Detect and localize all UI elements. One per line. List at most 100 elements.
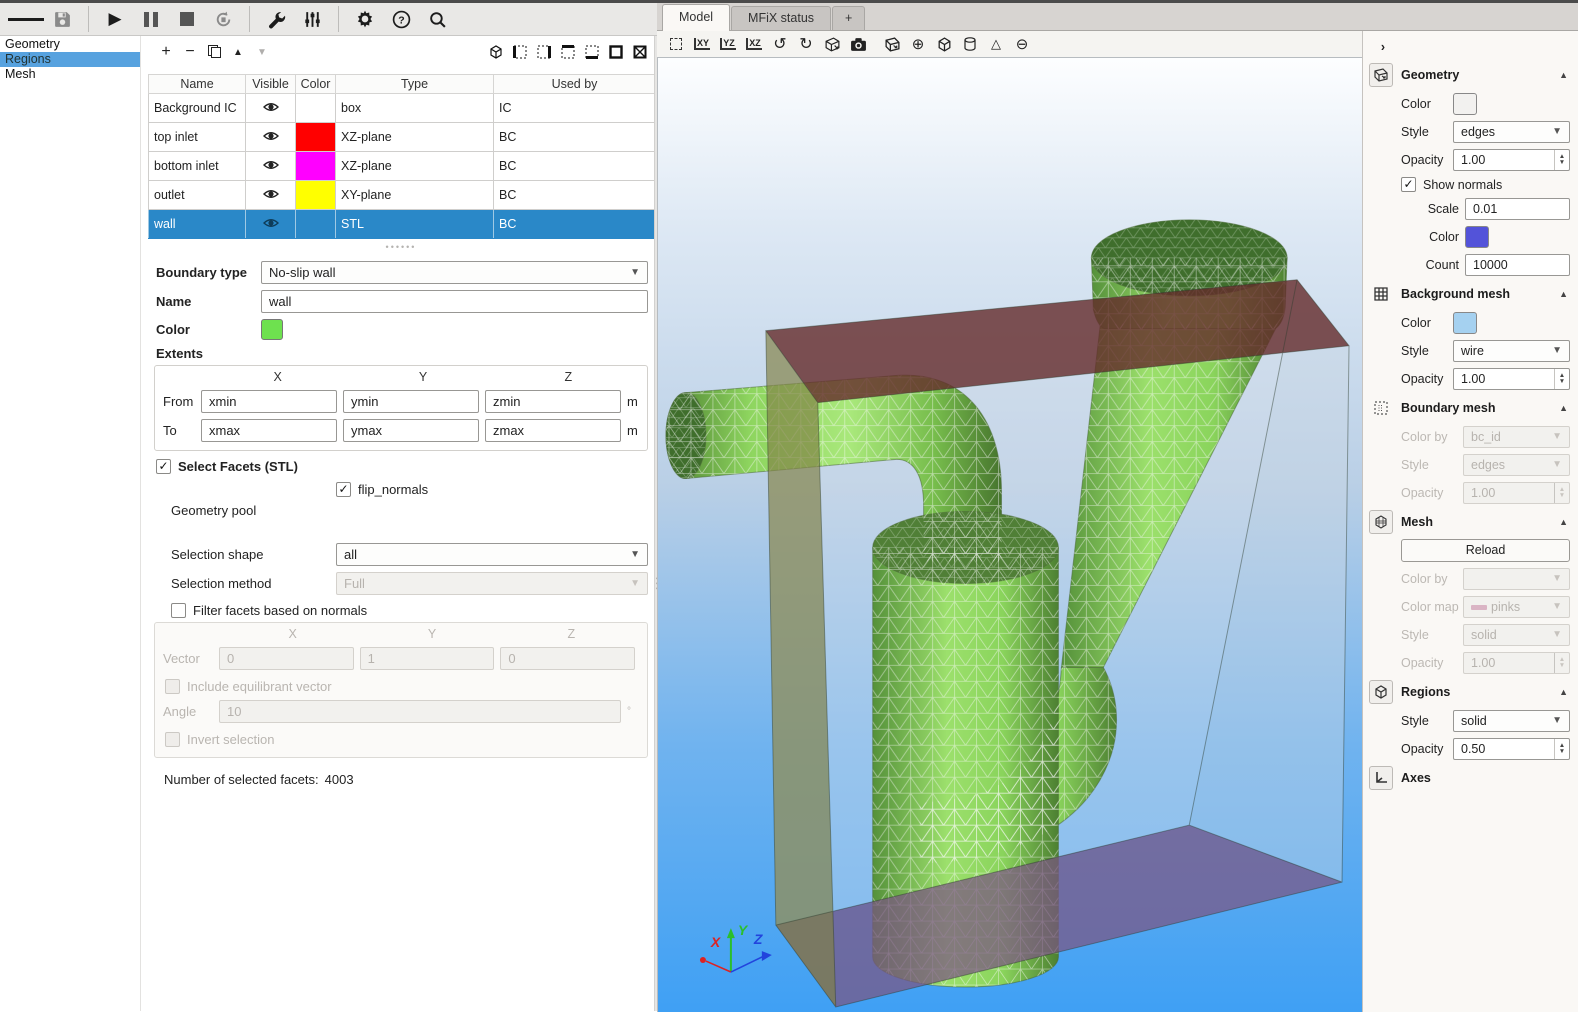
region-name-cell[interactable]: outlet [149, 181, 246, 210]
reset-view-icon[interactable] [665, 34, 687, 54]
collapse-arrow-icon[interactable]: ▲ [1559, 403, 1572, 413]
run-icon[interactable]: ▶ [97, 5, 133, 33]
build-wrench-icon[interactable] [258, 5, 294, 33]
geometry-visibility-toggle-icon[interactable] [1369, 63, 1393, 87]
visibility-eye-icon[interactable] [246, 94, 296, 123]
table-row[interactable]: outlet XY-plane BC [149, 181, 656, 210]
show-normals-checkbox[interactable]: ✓ [1401, 177, 1416, 192]
regions-section-header[interactable]: Regions ▲ [1369, 680, 1572, 704]
filter-box-icon[interactable] [487, 44, 504, 60]
region-color-cell[interactable] [296, 152, 336, 181]
perspective-icon[interactable] [821, 34, 843, 54]
box-icon[interactable] [933, 34, 955, 54]
boundary-mesh-icon[interactable] [1369, 396, 1393, 420]
filter-plane-top-icon[interactable] [559, 44, 576, 60]
collapse-arrow-icon[interactable]: ▲ [1559, 687, 1572, 697]
mesh-visibility-toggle-icon[interactable] [1369, 510, 1393, 534]
mesh-section-header[interactable]: Mesh ▲ [1369, 510, 1572, 534]
settings-gear-icon[interactable] [347, 5, 383, 33]
table-row[interactable]: Background IC box IC [149, 94, 656, 123]
visibility-eye-icon[interactable] [246, 152, 296, 181]
rotate-left-icon[interactable]: ↺ [769, 34, 791, 54]
torus-icon[interactable]: ⊖ [1011, 34, 1033, 54]
visibility-eye-icon[interactable] [246, 210, 296, 239]
zmin-input[interactable]: zmin [485, 390, 621, 413]
background-mesh-section-header[interactable]: Background mesh ▲ [1369, 282, 1572, 306]
filter-plane-left-icon[interactable] [511, 44, 528, 60]
col-color[interactable]: Color [296, 75, 336, 94]
filter-facets-checkbox[interactable] [171, 603, 186, 618]
selection-shape-select[interactable]: all▼ [336, 543, 648, 566]
splitter-handle[interactable]: •••••• [146, 243, 656, 255]
background-mesh-opacity-spinner[interactable]: 1.00▲▼ [1453, 368, 1570, 390]
nav-item-mesh[interactable]: Mesh [0, 67, 140, 82]
table-row-selected[interactable]: wall STL BC [149, 210, 656, 239]
geometry-section-header[interactable]: Geometry ▲ [1369, 63, 1572, 87]
duplicate-region-button[interactable] [202, 41, 226, 63]
filter-plane-bottom-icon[interactable] [583, 44, 600, 60]
nav-item-geometry[interactable]: Geometry [0, 37, 140, 52]
add-region-button[interactable]: + [154, 41, 178, 63]
vtk-3d-viewport[interactable]: Y X Z [657, 57, 1362, 1012]
filter-stl-icon[interactable] [631, 44, 648, 60]
nav-item-regions[interactable]: Regions [0, 52, 140, 67]
background-mesh-icon[interactable] [1369, 282, 1393, 306]
boundary-mesh-section-header[interactable]: Boundary mesh ▲ [1369, 396, 1572, 420]
col-type[interactable]: Type [336, 75, 494, 94]
background-mesh-style-select[interactable]: wire▼ [1453, 340, 1570, 362]
view-xz-icon[interactable]: XZ [743, 34, 765, 54]
save-icon[interactable] [44, 5, 80, 33]
regions-visibility-toggle-icon[interactable] [1369, 680, 1393, 704]
region-color-cell[interactable] [296, 94, 336, 123]
region-name-cell[interactable]: wall [149, 210, 246, 239]
reset-icon[interactable] [205, 5, 241, 33]
table-row[interactable]: bottom inlet XZ-plane BC [149, 152, 656, 181]
boundary-type-select[interactable]: No-slip wall▼ [261, 261, 648, 284]
sphere-icon[interactable]: ⊕ [907, 34, 929, 54]
normals-color-swatch[interactable] [1465, 226, 1489, 248]
tab-mfix-status[interactable]: MFiX status [731, 6, 831, 30]
region-name-input[interactable]: wall [261, 290, 648, 313]
tab-model[interactable]: Model [662, 4, 730, 31]
stop-icon[interactable] [169, 5, 205, 33]
region-color-cell[interactable] [296, 123, 336, 152]
select-facets-checkbox[interactable]: ✓ [156, 459, 171, 474]
move-up-button[interactable]: ▲ [226, 41, 250, 63]
col-used-by[interactable]: Used by [494, 75, 656, 94]
region-name-cell[interactable]: top inlet [149, 123, 246, 152]
regions-opacity-spinner[interactable]: 0.50▲▼ [1453, 738, 1570, 760]
geometry-visibility-icon[interactable] [881, 34, 903, 54]
flip-normals-checkbox[interactable]: ✓ [336, 482, 351, 497]
search-icon[interactable] [419, 5, 455, 33]
region-color-swatch[interactable] [261, 319, 283, 340]
pause-icon[interactable] [133, 5, 169, 33]
collapse-arrow-icon[interactable]: ▲ [1559, 289, 1572, 299]
cylinder-icon[interactable] [959, 34, 981, 54]
filter-plane-right-icon[interactable] [535, 44, 552, 60]
help-icon[interactable] [383, 5, 419, 33]
visibility-eye-icon[interactable] [246, 123, 296, 152]
collapse-arrow-icon[interactable]: ▲ [1559, 517, 1572, 527]
col-visible[interactable]: Visible [246, 75, 296, 94]
filter-plane-all-icon[interactable] [607, 44, 624, 60]
region-name-cell[interactable]: Background IC [149, 94, 246, 123]
screenshot-camera-icon[interactable] [847, 34, 869, 54]
ymin-input[interactable]: ymin [343, 390, 479, 413]
axes-section-header[interactable]: Axes [1369, 766, 1572, 790]
view-xy-icon[interactable]: XY [691, 34, 713, 54]
collapse-arrow-icon[interactable]: ▲ [1559, 70, 1572, 80]
zmax-input[interactable]: zmax [485, 419, 621, 442]
region-name-cell[interactable]: bottom inlet [149, 152, 246, 181]
axes-visibility-toggle-icon[interactable] [1369, 766, 1393, 790]
region-color-cell[interactable] [296, 210, 336, 239]
remove-region-button[interactable]: − [178, 41, 202, 63]
background-mesh-color-swatch[interactable] [1453, 312, 1477, 334]
ymax-input[interactable]: ymax [343, 419, 479, 442]
mesh-reload-button[interactable]: Reload [1401, 539, 1570, 562]
col-name[interactable]: Name [149, 75, 246, 94]
region-color-cell[interactable] [296, 181, 336, 210]
normals-count-input[interactable]: 10000 [1465, 254, 1570, 276]
regions-style-select[interactable]: solid▼ [1453, 710, 1570, 732]
geometry-color-swatch[interactable] [1453, 93, 1477, 115]
parameters-sliders-icon[interactable] [294, 5, 330, 33]
